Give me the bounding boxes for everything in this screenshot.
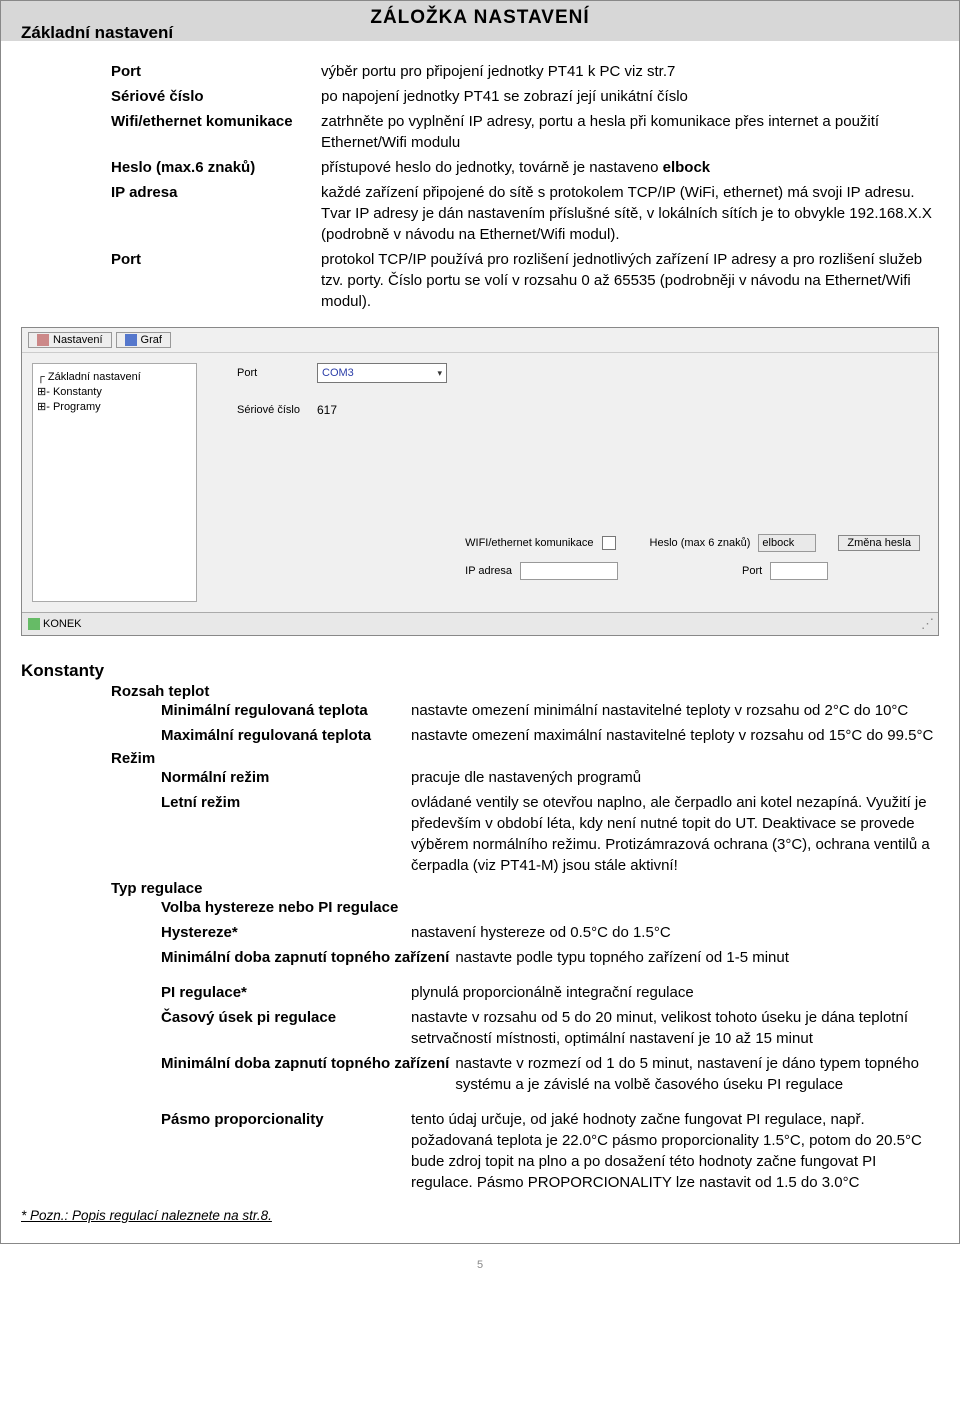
port-label: Port: [111, 61, 321, 82]
serial-label: Sériové číslo: [111, 86, 321, 107]
footnote: * Pozn.: Popis regulací naleznete na str…: [21, 1208, 939, 1223]
app-port-combo[interactable]: COM3 ▾: [317, 363, 447, 383]
app-serial-label: Sériové číslo: [237, 404, 317, 416]
app-port2-label: Port: [742, 565, 762, 577]
app-heslo-label: Heslo (max 6 znaků): [650, 537, 751, 549]
port2-desc: protokol TCP/IP používá pro rozlišení je…: [321, 249, 939, 312]
port-desc: výběr portu pro připojení jednotky PT41 …: [321, 61, 939, 82]
app-ip-input[interactable]: [520, 562, 618, 580]
pass-desc: přístupové heslo do jednotky, továrně je…: [321, 157, 939, 178]
pasmo-desc: tento údaj určuje, od jaké hodnoty začne…: [411, 1109, 939, 1193]
tree-konstanty[interactable]: ⊞- Konstanty: [37, 384, 192, 399]
pasmo-label: Pásmo proporcionality: [161, 1109, 411, 1193]
app-window: Nastavení Graf ┌ Základní nastavení ⊞- K…: [21, 327, 939, 636]
page-number: 5: [0, 1259, 960, 1271]
cas-label: Časový úsek pi regulace: [161, 1007, 411, 1049]
pass-label: Heslo (max.6 znaků): [111, 157, 321, 178]
tree-programy[interactable]: ⊞- Programy: [37, 399, 192, 414]
volba-label: Volba hystereze nebo PI regulace: [161, 897, 511, 918]
app-port-label: Port: [237, 367, 317, 379]
section-basic: Základní nastavení: [21, 23, 173, 43]
wifi-desc: zatrhněte po vyplnění IP adresy, portu a…: [321, 111, 939, 153]
letni-desc: ovládané ventily se otevřou naplno, ale …: [411, 792, 939, 876]
status-icon: [28, 618, 40, 630]
app-heslo-input[interactable]: elbock: [758, 534, 816, 552]
typ-title: Typ regulace: [111, 880, 939, 897]
resize-grip[interactable]: ⋰: [921, 616, 932, 632]
tree-panel: ┌ Základní nastavení ⊞- Konstanty ⊞- Pro…: [32, 363, 197, 602]
rezim-title: Režim: [111, 750, 939, 767]
rozsah-title: Rozsah teplot: [111, 683, 939, 700]
max-desc: nastavte omezení maximální nastavitelné …: [411, 725, 939, 746]
chevron-down-icon: ▾: [437, 368, 442, 379]
graph-icon: [125, 334, 137, 346]
letni-label: Letní režim: [161, 792, 411, 876]
app-wifi-checkbox[interactable]: [602, 536, 616, 550]
min-desc: nastavte omezení minimální nastavitelné …: [411, 700, 939, 721]
ip-label: IP adresa: [111, 182, 321, 245]
mindoba1-desc: nastavte podle typu topného zařízení od …: [455, 947, 939, 968]
pi-desc: plynulá proporcionálně integrační regula…: [411, 982, 939, 1003]
app-ip-label: IP adresa: [465, 565, 512, 577]
pi-label: PI regulace*: [161, 982, 411, 1003]
port2-label: Port: [111, 249, 321, 312]
tab-graph[interactable]: Graf: [116, 332, 171, 348]
tab-settings[interactable]: Nastavení: [28, 332, 112, 348]
mindoba2-desc: nastavte v rozmezí od 1 do 5 minut, nast…: [455, 1053, 939, 1095]
ip-desc: každé zařízení připojené do sítě s proto…: [321, 182, 939, 245]
hyst-label: Hystereze*: [161, 922, 411, 943]
hyst-desc: nastavení hystereze od 0.5°C do 1.5°C: [411, 922, 939, 943]
serial-desc: po napojení jednotky PT41 se zobrazí jej…: [321, 86, 939, 107]
min-label: Minimální regulovaná teplota: [161, 700, 411, 721]
tree-root[interactable]: ┌ Základní nastavení: [37, 370, 192, 384]
app-serial-value: 617: [317, 403, 337, 417]
settings-icon: [37, 334, 49, 346]
section-konstanty: Konstanty: [21, 661, 939, 681]
max-label: Maximální regulovaná teplota: [161, 725, 411, 746]
wifi-label: Wifi/ethernet komunikace: [111, 111, 321, 153]
header-bar: ZÁLOŽKA NASTAVENÍ Základní nastavení: [1, 1, 959, 41]
mindoba1-label: Minimální doba zapnutí topného zařízení: [161, 947, 449, 968]
app-port2-input[interactable]: [770, 562, 828, 580]
app-wifi-label: WIFI/ethernet komunikace: [465, 537, 593, 549]
change-password-button[interactable]: Změna hesla: [838, 535, 920, 551]
mindoba2-label: Minimální doba zapnutí topného zařízení: [161, 1053, 449, 1095]
status-text: KONEK: [43, 618, 82, 630]
norm-label: Normální režim: [161, 767, 411, 788]
norm-desc: pracuje dle nastavených programů: [411, 767, 939, 788]
cas-desc: nastavte v rozsahu od 5 do 20 minut, vel…: [411, 1007, 939, 1049]
